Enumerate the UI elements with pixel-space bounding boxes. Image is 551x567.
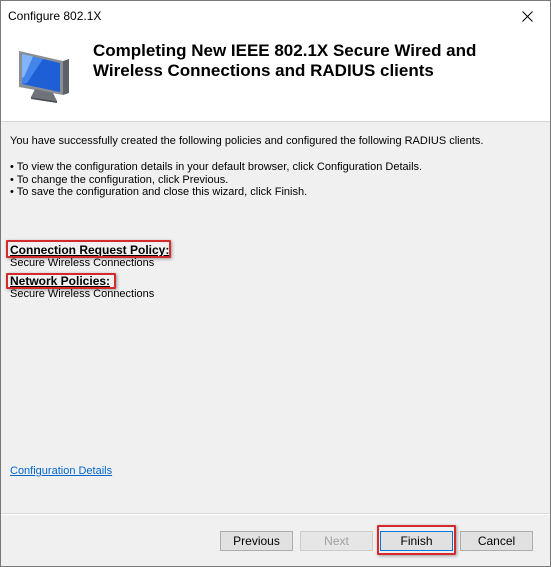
wizard-window: Configure 802.1X Completing New IEEE 802… bbox=[0, 0, 551, 567]
close-icon bbox=[521, 10, 533, 22]
connection-request-policy-value: Secure Wireless Connections bbox=[10, 257, 155, 269]
page-title: Completing New IEEE 802.1X Secure Wired … bbox=[93, 41, 477, 80]
instructions-list: • To view the configuration details in y… bbox=[10, 161, 422, 199]
configuration-details-link[interactable]: Configuration Details bbox=[10, 465, 112, 477]
footer-divider bbox=[1, 514, 550, 515]
list-item: • To save the configuration and close th… bbox=[10, 186, 308, 198]
cancel-button[interactable]: Cancel bbox=[460, 531, 533, 551]
computer-monitor-icon bbox=[19, 51, 69, 103]
list-item: • To view the configuration details in y… bbox=[10, 161, 423, 173]
close-button[interactable] bbox=[504, 1, 550, 31]
list-item: • To change the configuration, click Pre… bbox=[10, 173, 229, 186]
next-button[interactable]: Next bbox=[300, 531, 373, 551]
finish-button[interactable]: Finish bbox=[380, 531, 453, 551]
connection-request-policy-label: Connection Request Policy: bbox=[10, 243, 170, 257]
title-bar: Configure 802.1X bbox=[1, 1, 550, 31]
window-title: Configure 802.1X bbox=[8, 9, 102, 23]
wizard-header: Completing New IEEE 802.1X Secure Wired … bbox=[1, 31, 550, 122]
intro-text: You have successfully created the follow… bbox=[10, 135, 484, 147]
previous-button[interactable]: Previous bbox=[220, 531, 293, 551]
network-policies-label: Network Policies: bbox=[10, 274, 111, 288]
network-policies-value: Secure Wireless Connections bbox=[10, 288, 155, 300]
